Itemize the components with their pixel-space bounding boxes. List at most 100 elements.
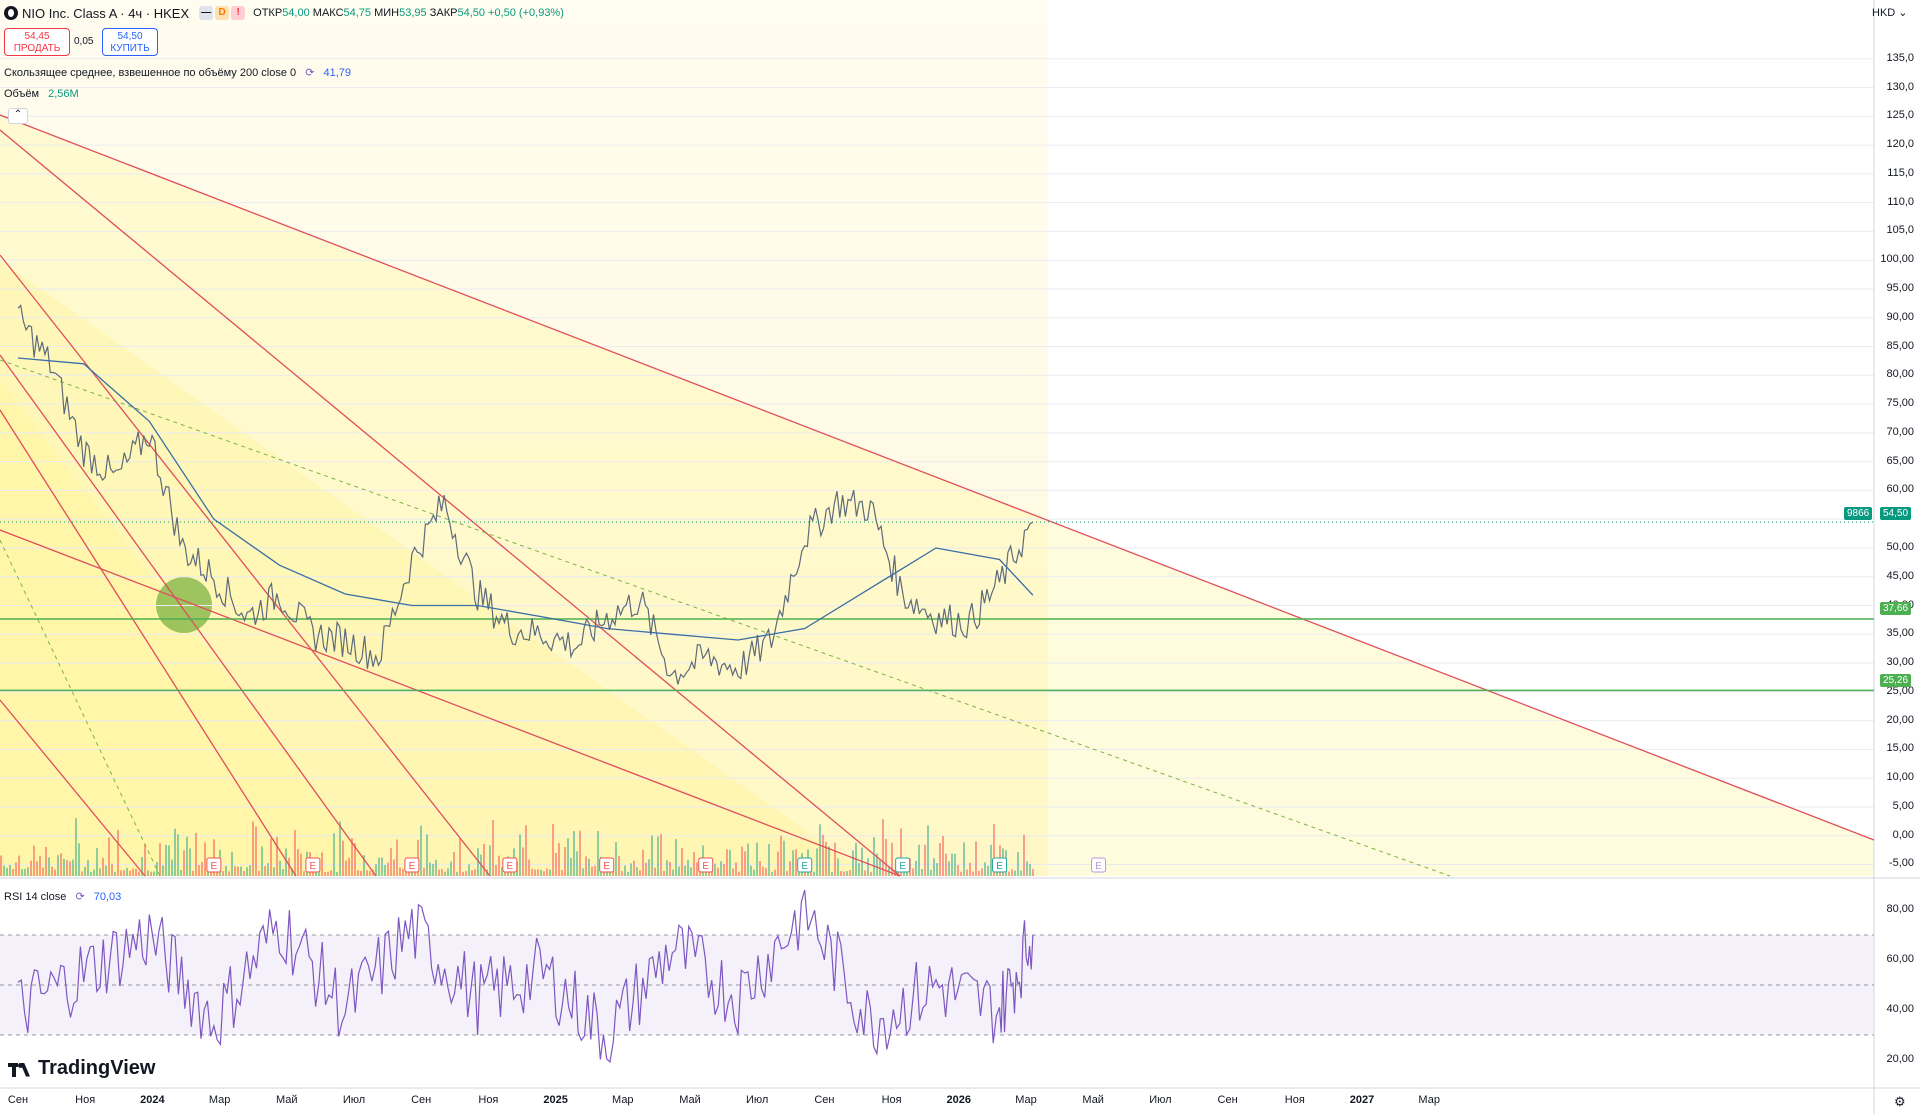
volume-bar [537, 869, 539, 876]
volume-bar [873, 837, 875, 876]
earnings-marker[interactable]: E [1091, 857, 1107, 873]
volume-bar [444, 871, 446, 876]
volume-bar [558, 842, 560, 876]
volume-bar [663, 870, 665, 876]
volume-bar [222, 871, 224, 876]
vwma-legend[interactable]: Скользящее среднее, взвешенное по объёму… [4, 66, 351, 79]
volume-bar [723, 863, 725, 876]
chart-canvas[interactable]: EEEEEEEEEE [0, 0, 1920, 1114]
volume-bar [303, 871, 305, 876]
volume-bar [405, 871, 407, 876]
buy-button[interactable]: 54,50 КУПИТЬ [102, 28, 158, 56]
volume-bar [720, 861, 722, 876]
time-tick-label: Июл [1149, 1094, 1172, 1106]
alert-icon[interactable]: ! [231, 6, 246, 20]
delayed-badge[interactable]: D [215, 6, 230, 20]
volume-bar [117, 829, 119, 876]
volume-bar [168, 845, 170, 876]
earnings-marker[interactable]: E [895, 857, 911, 873]
volume-bar [1026, 861, 1028, 876]
volume-bar [729, 849, 731, 876]
volume-bar [129, 870, 131, 876]
volume-bar [765, 867, 767, 876]
volume-bar [1014, 870, 1016, 876]
volume-bar [675, 839, 677, 876]
symbol-title[interactable]: NIO Inc. Class A · 4ч · HKEX [22, 6, 189, 21]
collapse-legend-button[interactable]: ⌃ [8, 108, 28, 124]
earnings-marker[interactable]: E [206, 857, 222, 873]
currency-selector[interactable]: HKD ⌄ [1872, 6, 1908, 19]
earnings-marker-label: E [211, 861, 218, 872]
volume-bar [165, 844, 167, 876]
volume-bar [252, 821, 254, 876]
volume-bar [456, 871, 458, 876]
earnings-marker-label: E [996, 861, 1003, 872]
vwma-value: 41,79 [323, 67, 351, 79]
volume-bar [384, 864, 386, 876]
rsi-tick-label: 80,00 [1886, 903, 1914, 915]
volume-bar [396, 839, 398, 876]
volume-bar [429, 862, 431, 876]
volume-bar [957, 864, 959, 876]
earnings-marker[interactable]: E [305, 857, 321, 873]
volume-bar [636, 867, 638, 876]
price-tick-label: 115,0 [1887, 166, 1914, 179]
volume-bar [99, 868, 101, 876]
volume-bar [279, 860, 281, 876]
volume-bar [450, 861, 452, 876]
volume-bar [684, 865, 686, 876]
volume-bar [60, 853, 62, 876]
volume-bar [774, 869, 776, 876]
earnings-marker[interactable]: E [992, 857, 1008, 873]
volume-bar [741, 846, 743, 876]
volume-bar [831, 871, 833, 876]
volume-bar [273, 867, 275, 876]
time-tick-label: Май [1082, 1094, 1104, 1106]
volume-bar [963, 842, 965, 876]
time-tick-label: Сен [411, 1094, 432, 1106]
volume-bar [369, 870, 371, 876]
earnings-marker-label: E [507, 861, 514, 872]
volume-bar [66, 860, 68, 876]
volume-bar [966, 869, 968, 876]
volume-bar [333, 833, 335, 876]
refresh-icon[interactable]: ⟳ [75, 891, 84, 903]
volume-bar [828, 846, 830, 876]
volume-bar [204, 842, 206, 876]
rsi-tick-label: 60,00 [1886, 953, 1914, 965]
volume-bar [300, 853, 302, 876]
volume-bar [72, 859, 74, 876]
earnings-marker[interactable]: E [599, 857, 615, 873]
volume-bar [933, 858, 935, 876]
volume-bar [402, 868, 404, 876]
volume-bar [426, 834, 428, 876]
earnings-marker[interactable]: E [502, 857, 518, 873]
sell-button[interactable]: 54,45 ПРОДАТЬ [4, 28, 70, 56]
volume-bar [138, 871, 140, 876]
tradingview-logo[interactable]: TradingView [8, 1057, 155, 1080]
volume-bar [231, 851, 233, 876]
price-tick-label: 35,00 [1886, 627, 1914, 640]
price-tick-label: 5,00 [1892, 799, 1914, 812]
volume-bar [69, 861, 71, 876]
refresh-icon[interactable]: ⟳ [305, 67, 314, 79]
volume-bar [162, 865, 164, 876]
volume-bar [759, 861, 761, 876]
settings-gear-icon[interactable]: ⚙ [1894, 1094, 1906, 1110]
volume-bar [171, 859, 173, 876]
volume-legend[interactable]: Объём 2,56M [4, 88, 79, 100]
earnings-marker[interactable]: E [698, 857, 714, 873]
volume-bar [339, 821, 341, 876]
volume-bar [90, 871, 92, 876]
earnings-marker[interactable]: E [797, 857, 813, 873]
rsi-legend[interactable]: RSI 14 close ⟳ 70,03 [4, 890, 121, 903]
time-tick-label: Сен [814, 1094, 835, 1106]
volume-bar [240, 866, 242, 876]
volume-bar [531, 868, 533, 876]
spread-value: 0,05 [74, 36, 94, 47]
volume-bar [192, 870, 194, 876]
minus-icon[interactable]: — [199, 6, 214, 20]
price-tick-label: 15,00 [1886, 742, 1914, 755]
earnings-marker[interactable]: E [404, 857, 420, 873]
volume-bar [432, 863, 434, 876]
